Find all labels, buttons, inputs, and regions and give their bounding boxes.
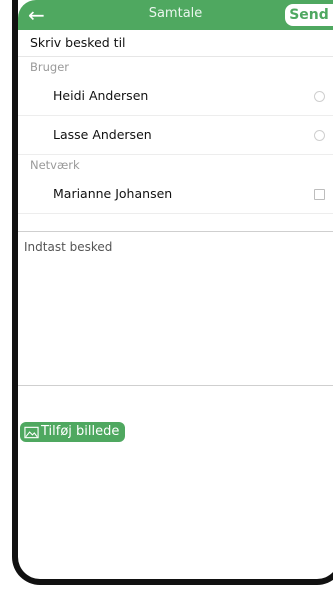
radio-button[interactable] <box>314 91 325 102</box>
recipient-row-heidi[interactable]: Heidi Andersen <box>18 77 333 116</box>
message-placeholder: Indtast besked <box>24 240 113 254</box>
message-input[interactable]: Indtast besked <box>18 231 333 386</box>
section-bruger: Bruger <box>30 60 70 74</box>
recipient-name: Lasse Andersen <box>53 127 152 142</box>
image-icon <box>24 426 39 438</box>
top-bar: ← Samtale Send <box>18 0 333 30</box>
radio-button[interactable] <box>314 130 325 141</box>
add-image-label: Tilføj billede <box>41 424 120 439</box>
recipient-name: Marianne Johansen <box>53 186 173 201</box>
section-netvaerk: Netværk <box>30 158 80 172</box>
recipient-row-lasse[interactable]: Lasse Andersen <box>18 116 333 155</box>
app-screen: ← Samtale Send Skriv besked til Bruger H… <box>18 0 333 579</box>
device-frame: ← Samtale Send Skriv besked til Bruger H… <box>0 0 333 591</box>
recipient-header: Skriv besked til <box>18 30 333 57</box>
recipient-name: Heidi Andersen <box>53 88 149 103</box>
add-image-button[interactable]: Tilføj billede <box>20 422 126 442</box>
recipient-row-marianne[interactable]: Marianne Johansen <box>18 175 333 214</box>
checkbox[interactable] <box>314 189 325 200</box>
send-button[interactable]: Send <box>285 4 333 26</box>
